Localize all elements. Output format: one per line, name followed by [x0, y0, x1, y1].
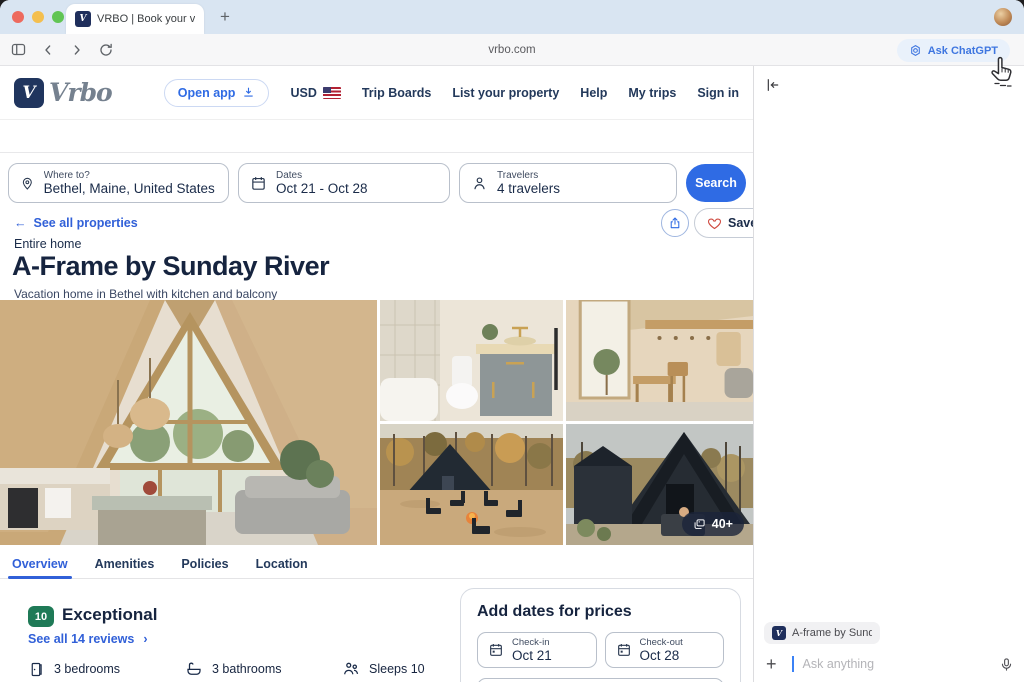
reload-icon[interactable]: [98, 42, 114, 58]
divider: [0, 152, 753, 153]
tab-title: VRBO | Book your vaca: [97, 13, 195, 25]
vrbo-site-header: V Vrbo Open app USD Trip Boards List you…: [0, 66, 753, 120]
see-all-properties-link[interactable]: ← See all properties: [14, 216, 138, 230]
text-cursor: [792, 656, 794, 672]
assistant-sidebar: V A-frame by Sunday R + Ask anything: [753, 66, 1024, 682]
vrbo-page: V Vrbo Open app USD Trip Boards List you…: [0, 66, 753, 682]
destination-field[interactable]: Where to? Bethel, Maine, United States o…: [8, 163, 229, 203]
back-icon[interactable]: [40, 42, 56, 58]
calendar-icon: [616, 642, 632, 658]
close-window-button[interactable]: [12, 11, 24, 23]
collapse-sidebar-icon[interactable]: [765, 77, 781, 93]
property-type: Entire home: [14, 237, 81, 251]
profile-avatar[interactable]: [994, 8, 1012, 26]
nav-sign-in[interactable]: Sign in: [697, 86, 739, 100]
fact-bathrooms: 3 bathrooms: [185, 660, 342, 678]
search-button[interactable]: Search: [686, 164, 746, 202]
ask-input[interactable]: + Ask anything: [766, 651, 1014, 677]
ask-chatgpt-button[interactable]: Ask ChatGPT: [897, 39, 1010, 62]
price-card-travelers-field[interactable]: Travelers: [477, 678, 724, 682]
header-nav: Open app USD Trip Boards List your prope…: [164, 79, 739, 107]
zoom-window-button[interactable]: [52, 11, 64, 23]
save-button[interactable]: Save: [694, 208, 753, 238]
calendar-icon: [250, 175, 267, 192]
price-card-title: Add dates for prices: [477, 603, 724, 621]
bathtub-icon: [185, 660, 203, 678]
fact-sleeps: Sleeps 10: [342, 660, 425, 678]
tab-location[interactable]: Location: [256, 549, 308, 578]
people-icon: [342, 660, 360, 678]
person-icon: [471, 175, 488, 192]
add-attachment-button[interactable]: +: [766, 655, 777, 673]
nav-trip-boards[interactable]: Trip Boards: [362, 86, 431, 100]
photo-dining-nook[interactable]: [566, 300, 753, 421]
vrbo-logo-icon: V: [14, 78, 44, 108]
tab-overview[interactable]: Overview: [12, 549, 68, 578]
photo-gallery: 40+: [0, 300, 753, 545]
calendar-icon: [488, 642, 504, 658]
chatgpt-icon: [909, 44, 922, 57]
vrbo-favicon-icon: V: [75, 11, 91, 27]
nav-my-trips[interactable]: My trips: [628, 86, 676, 100]
price-card: Add dates for prices Check-in Oct 21 Che…: [460, 588, 741, 682]
rating-badge: 10: [28, 606, 54, 627]
travelers-field[interactable]: Travelers 4 travelers: [459, 163, 677, 203]
back-arrow-icon: ←: [14, 216, 27, 230]
search-bar: Where to? Bethel, Maine, United States o…: [8, 163, 746, 203]
share-button[interactable]: [661, 209, 689, 237]
microphone-icon[interactable]: [999, 657, 1014, 672]
rating-label: Exceptional: [62, 605, 157, 625]
download-icon: [242, 86, 255, 99]
photos-stack-icon: [693, 518, 706, 531]
chevron-right-icon: ›: [143, 632, 147, 646]
heart-icon: [707, 216, 722, 231]
page-context-chip[interactable]: V A-frame by Sunday R: [764, 622, 880, 644]
more-photos-badge[interactable]: 40+: [682, 512, 744, 536]
photo-fire-pit[interactable]: [380, 424, 563, 545]
photo-bathroom[interactable]: [380, 300, 563, 421]
currency-selector[interactable]: USD: [290, 86, 340, 100]
browser-window: V VRBO | Book your vaca + vrbo.com Ask C…: [0, 0, 1024, 682]
page-subtitle: Vacation home in Bethel with kitchen and…: [14, 287, 277, 301]
ask-input-placeholder: Ask anything: [803, 657, 990, 671]
property-facts: 3 bedrooms 3 bathrooms Sleeps 10: [28, 660, 425, 678]
photo-exterior[interactable]: 40+: [566, 424, 753, 545]
sidebar-toggle-icon[interactable]: [10, 41, 27, 58]
nav-list-your-property[interactable]: List your property: [452, 86, 559, 100]
checkin-field[interactable]: Check-in Oct 21: [477, 632, 597, 668]
browser-tab-bar: V VRBO | Book your vaca +: [0, 0, 1024, 34]
photo-interior-main[interactable]: [0, 300, 377, 545]
dates-field[interactable]: Dates Oct 21 - Oct 28: [238, 163, 450, 203]
nav-help[interactable]: Help: [580, 86, 607, 100]
checkout-field[interactable]: Check-out Oct 28: [605, 632, 725, 668]
traffic-lights: [12, 11, 64, 23]
url-display[interactable]: vrbo.com: [0, 44, 1024, 56]
tab-amenities[interactable]: Amenities: [95, 549, 155, 578]
browser-toolbar: vrbo.com Ask ChatGPT: [0, 34, 1024, 66]
share-icon: [668, 216, 682, 230]
vrbo-logo[interactable]: V Vrbo: [14, 78, 112, 108]
page-title: A-Frame by Sunday River: [12, 251, 329, 282]
bedroom-door-icon: [28, 661, 45, 678]
reviews-link[interactable]: See all 14 reviews ›: [28, 632, 148, 646]
new-tab-button[interactable]: +: [220, 6, 230, 28]
fact-bedrooms: 3 bedrooms: [28, 660, 185, 678]
forward-icon[interactable]: [69, 42, 85, 58]
browser-tab[interactable]: V VRBO | Book your vaca: [66, 4, 204, 34]
location-pin-icon: [20, 175, 35, 192]
vrbo-favicon-icon: V: [772, 626, 786, 640]
minimize-window-button[interactable]: [32, 11, 44, 23]
tab-policies[interactable]: Policies: [181, 549, 228, 578]
open-app-button[interactable]: Open app: [164, 79, 270, 107]
us-flag-icon: [323, 87, 341, 99]
section-tabs: Overview Amenities Policies Location: [0, 549, 753, 579]
